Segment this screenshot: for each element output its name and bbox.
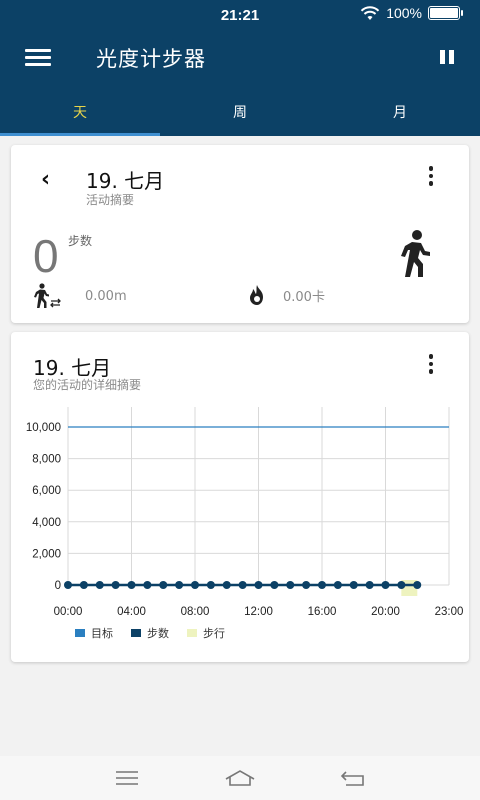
tab-month[interactable]: 月 bbox=[320, 92, 480, 136]
steps-point bbox=[349, 581, 358, 589]
battery-percent: 100% bbox=[386, 5, 422, 21]
steps-point bbox=[413, 581, 422, 589]
steps-point bbox=[95, 581, 104, 589]
distance-metric: 0.00m bbox=[33, 283, 127, 309]
y-tick-label: 6,000 bbox=[32, 485, 61, 497]
steps-point bbox=[143, 581, 152, 589]
chart-legend: 目标 步数 步行 bbox=[75, 625, 225, 641]
steps-label: 步数 bbox=[68, 234, 93, 248]
x-tick-label: 23:00 bbox=[435, 606, 464, 618]
steps-point bbox=[318, 581, 326, 589]
tab-day[interactable]: 天 bbox=[0, 92, 160, 136]
steps-point bbox=[191, 581, 199, 589]
steps-point bbox=[64, 581, 72, 589]
steps-point bbox=[254, 581, 263, 589]
x-tick-label: 12:00 bbox=[244, 606, 273, 618]
y-tick-label: 10,000 bbox=[26, 422, 61, 434]
walking-distance-icon bbox=[34, 283, 61, 308]
legend-item-steps: 步数 bbox=[131, 625, 169, 641]
flame-icon bbox=[250, 285, 263, 305]
activity-summary-card: ‹ 19. 七月 活动摘要 0 步数 0.00m 0.00卡 bbox=[11, 145, 469, 323]
tab-week[interactable]: 周 bbox=[160, 92, 320, 136]
tab-indicator bbox=[0, 133, 160, 136]
home-button[interactable] bbox=[220, 763, 260, 793]
pause-icon[interactable] bbox=[440, 50, 456, 64]
calories-metric: 0.00卡 bbox=[245, 283, 325, 307]
back-arrow-icon bbox=[341, 771, 365, 786]
y-tick-label: 8,000 bbox=[32, 454, 61, 466]
steps-point bbox=[175, 581, 184, 589]
steps-point bbox=[222, 581, 231, 589]
wifi-icon bbox=[360, 5, 380, 20]
steps-point bbox=[333, 581, 342, 589]
y-tick-label: 4,000 bbox=[32, 517, 61, 529]
x-tick-label: 16:00 bbox=[308, 606, 337, 618]
distance-value: 0.00m bbox=[85, 288, 127, 304]
hamburger-menu-icon[interactable] bbox=[25, 49, 51, 67]
summary-date: 19. 七月 bbox=[86, 169, 165, 193]
summary-more-icon[interactable] bbox=[428, 166, 434, 186]
steps-point bbox=[127, 581, 136, 589]
calories-value: 0.00卡 bbox=[283, 289, 325, 305]
app-title: 光度计步器 bbox=[96, 47, 206, 71]
steps-point bbox=[270, 581, 279, 589]
status-right: 100% bbox=[360, 5, 463, 21]
legend-label-walking: 步行 bbox=[203, 627, 225, 640]
steps-point bbox=[206, 581, 215, 589]
menu-lines-icon bbox=[115, 771, 138, 785]
status-bar: 21:21 100% bbox=[0, 0, 480, 30]
steps-point bbox=[79, 581, 88, 589]
steps-point bbox=[397, 581, 406, 589]
activity-detail-card: 19. 七月 您的活动的详细摘要 0 2,000 4,000 6,000 8,000 10… bbox=[11, 332, 469, 662]
steps-chart: 0 2,000 4,000 6,000 8,000 10,000 00:00 04:00 08:… bbox=[26, 407, 464, 618]
legend-label-goal: 目标 bbox=[91, 627, 113, 640]
tab-bar: 天 周 月 bbox=[0, 92, 480, 136]
steps-point bbox=[286, 581, 295, 589]
legend-item-walking: 步行 bbox=[187, 625, 225, 641]
steps-count: 0 bbox=[33, 230, 59, 282]
summary-subtitle: 活动摘要 bbox=[86, 193, 135, 207]
back-button[interactable] bbox=[333, 763, 373, 793]
x-tick-label: 04:00 bbox=[117, 606, 146, 618]
x-tick-label: 08:00 bbox=[181, 606, 210, 618]
legend-label-steps: 步数 bbox=[147, 627, 169, 640]
walking-person-icon bbox=[401, 230, 430, 277]
home-icon bbox=[225, 770, 255, 786]
y-tick-label: 0 bbox=[55, 580, 61, 592]
steps-point bbox=[302, 581, 311, 589]
x-tick-label: 20:00 bbox=[371, 606, 400, 618]
x-tick-label: 00:00 bbox=[54, 606, 83, 618]
y-tick-label: 2,000 bbox=[32, 548, 61, 560]
status-time: 21:21 bbox=[220, 6, 260, 24]
recent-apps-button[interactable] bbox=[107, 763, 147, 793]
legend-item-goal: 目标 bbox=[75, 625, 113, 641]
steps-point bbox=[381, 581, 390, 589]
battery-icon bbox=[428, 6, 463, 20]
steps-point bbox=[159, 581, 168, 589]
app-bar: 21:21 100% 光度计步器 天 周 月 bbox=[0, 0, 480, 136]
steps-point bbox=[111, 581, 120, 589]
steps-point bbox=[238, 581, 247, 589]
system-nav-bar bbox=[0, 756, 480, 800]
steps-point bbox=[365, 581, 374, 589]
back-chevron-icon[interactable]: ‹ bbox=[41, 167, 50, 192]
